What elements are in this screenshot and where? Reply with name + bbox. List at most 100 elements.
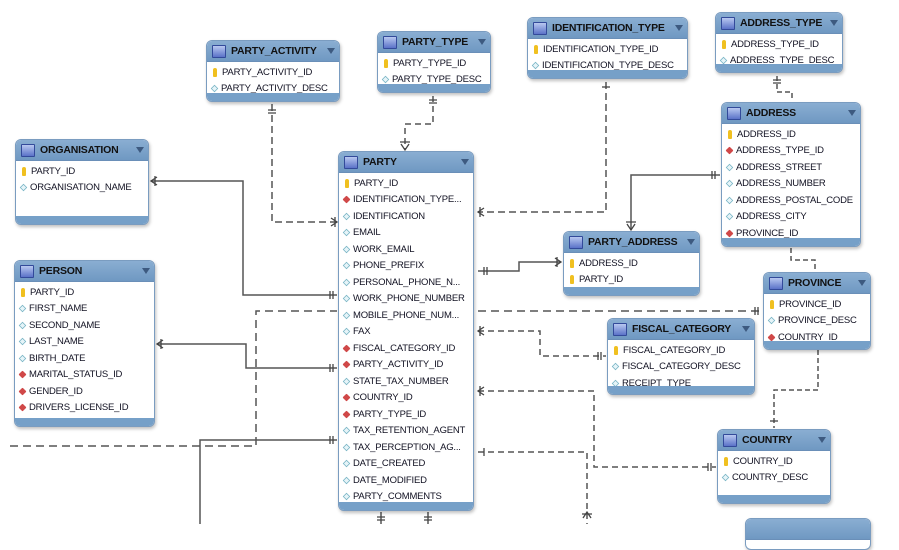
column-name: COUNTRY_ID [353,392,413,404]
column-row[interactable]: PARTY_ID [339,175,473,192]
column-row[interactable]: PARTY_ACTIVITY_ID [207,64,339,81]
column-row[interactable]: PROVINCE_ID [764,296,870,313]
table-address[interactable]: ADDRESS ADDRESS_ID ADDRESS_TYPE_ID ADDRESS… [721,102,861,247]
table-icon [721,16,735,30]
table-person[interactable]: PERSON PARTY_ID FIRST_NAME SECOND_NAME LAST… [14,260,155,427]
column-row[interactable]: PARTY_ID [16,163,148,180]
column-row[interactable]: DRIVERS_LICENSE_ID [15,400,154,417]
column-row[interactable]: MOBILE_PHONE_NUM... [339,307,473,324]
table-party-address[interactable]: PARTY_ADDRESS ADDRESS_ID PARTY_ID [563,231,700,296]
column-row[interactable]: ADDRESS_POSTAL_CODE [722,192,860,209]
column-row[interactable]: PERSONAL_PHONE_N... [339,274,473,291]
column-row[interactable]: DATE_MODIFIED [339,472,473,489]
column-name: WORK_PHONE_NUMBER [353,293,465,305]
column-row[interactable]: ADDRESS_ID [564,255,699,272]
column-name: IDENTIFICATION_TYPE_ID [543,43,659,55]
collapse-toggle-icon[interactable] [858,280,866,286]
collapse-toggle-icon[interactable] [818,437,826,443]
column-row[interactable]: WORK_PHONE_NUMBER [339,291,473,308]
table-icon [723,433,737,447]
column-name: COUNTRY_ID [733,455,793,467]
column-row[interactable]: FISCAL_CATEGORY_DESC [608,359,754,376]
column-name: PARTY_ACTIVITY_ID [222,66,313,78]
collapse-toggle-icon[interactable] [830,20,838,26]
column-row[interactable]: ADDRESS_ID [722,126,860,143]
collapse-toggle-icon[interactable] [461,159,469,165]
table-header[interactable]: PARTY [339,152,473,173]
table-header[interactable] [746,519,870,540]
table-header[interactable]: ADDRESS_TYPE [716,13,842,34]
column-row[interactable]: ADDRESS_TYPE_ID [716,36,842,53]
column-row[interactable]: FAX [339,324,473,341]
collapse-toggle-icon[interactable] [142,268,150,274]
collapse-toggle-icon[interactable] [687,239,695,245]
table-fiscal-category[interactable]: FISCAL_CATEGORY FISCAL_CATEGORY_ID FISCAL… [607,318,755,395]
collapse-toggle-icon[interactable] [136,147,144,153]
collapse-toggle-icon[interactable] [327,48,335,54]
column-row[interactable]: ADDRESS_CITY [722,209,860,226]
column-row[interactable]: PROVINCE_DESC [764,313,870,330]
column-row[interactable]: FISCAL_CATEGORY_ID [339,340,473,357]
table-party-activity[interactable]: PARTY_ACTIVITY PARTY_ACTIVITY_ID PARTY_AC… [206,40,340,102]
attribute-icon [531,62,540,70]
column-row[interactable]: BIRTH_DATE [15,350,154,367]
table-country[interactable]: COUNTRY COUNTRY_ID COUNTRY_DESC [717,429,831,504]
table-header[interactable]: PROVINCE [764,273,870,294]
column-name: BIRTH_DATE [29,352,86,364]
table-partial-offscreen[interactable] [745,518,871,550]
column-row[interactable]: LAST_NAME [15,334,154,351]
table-party-type[interactable]: PARTY_TYPE PARTY_TYPE_ID PARTY_TYPE_DESC [377,31,491,93]
column-row[interactable]: WORK_EMAIL [339,241,473,258]
table-header[interactable]: PARTY_ADDRESS [564,232,699,253]
collapse-toggle-icon[interactable] [478,39,486,45]
table-header[interactable]: IDENTIFICATION_TYPE [528,18,687,39]
column-row[interactable]: IDENTIFICATION_TYPE... [339,192,473,209]
column-row[interactable]: PARTY_ACTIVITY_ID [339,357,473,374]
table-party[interactable]: PARTY PARTY_ID IDENTIFICATION_TYPE... IDEN… [338,151,474,511]
table-header[interactable]: ORGANISATION [16,140,148,161]
table-header[interactable]: PERSON [15,261,154,282]
attribute-icon [725,196,734,204]
column-row[interactable]: SECOND_NAME [15,317,154,334]
attribute-icon [342,476,351,484]
column-row[interactable]: PARTY_ID [564,272,699,289]
primary-key-icon [614,345,618,355]
column-row[interactable]: MARITAL_STATUS_ID [15,367,154,384]
table-header[interactable]: FISCAL_CATEGORY [608,319,754,340]
column-row[interactable]: ADDRESS_NUMBER [722,176,860,193]
column-row[interactable]: ORGANISATION_NAME [16,180,148,197]
collapse-toggle-icon[interactable] [848,110,856,116]
column-row[interactable]: DATE_CREATED [339,456,473,473]
column-row[interactable]: FISCAL_CATEGORY_ID [608,342,754,359]
column-row[interactable]: EMAIL [339,225,473,242]
table-header[interactable]: PARTY_ACTIVITY [207,41,339,62]
column-row[interactable]: GENDER_ID [15,383,154,400]
table-header[interactable]: ADDRESS [722,103,860,124]
table-identification-type[interactable]: IDENTIFICATION_TYPE IDENTIFICATION_TYPE_… [527,17,688,79]
column-name: FISCAL_CATEGORY_DESC [622,361,741,373]
column-row[interactable]: IDENTIFICATION [339,208,473,225]
column-row[interactable]: PHONE_PREFIX [339,258,473,275]
column-row[interactable]: STATE_TAX_NUMBER [339,373,473,390]
table-province[interactable]: PROVINCE PROVINCE_ID PROVINCE_DESC COUNTRY… [763,272,871,350]
collapse-toggle-icon[interactable] [675,25,683,31]
column-row[interactable]: TAX_PERCEPTION_AG... [339,439,473,456]
table-header[interactable]: PARTY_TYPE [378,32,490,53]
column-row[interactable]: TAX_RETENTION_AGENT [339,423,473,440]
column-row[interactable]: IDENTIFICATION_TYPE_ID [528,41,687,58]
rel-organisation-party [151,180,337,296]
table-header[interactable]: COUNTRY [718,430,830,451]
collapse-toggle-icon[interactable] [742,326,750,332]
column-row[interactable]: PARTY_ID [15,284,154,301]
column-row[interactable]: PARTY_TYPE_ID [339,406,473,423]
column-row[interactable]: COUNTRY_ID [339,390,473,407]
column-row[interactable]: PARTY_TYPE_ID [378,55,490,72]
column-row[interactable]: ADDRESS_STREET [722,159,860,176]
table-address-type[interactable]: ADDRESS_TYPE ADDRESS_TYPE_ID ADDRESS_TYPE… [715,12,843,73]
column-row[interactable]: COUNTRY_ID [718,453,830,470]
column-row[interactable]: COUNTRY_DESC [718,470,830,487]
table-organisation[interactable]: ORGANISATION PARTY_ID ORGANISATION_NAME [15,139,149,225]
column-row[interactable]: ADDRESS_TYPE_ID [722,143,860,160]
column-name: WORK_EMAIL [353,243,415,255]
column-row[interactable]: FIRST_NAME [15,301,154,318]
